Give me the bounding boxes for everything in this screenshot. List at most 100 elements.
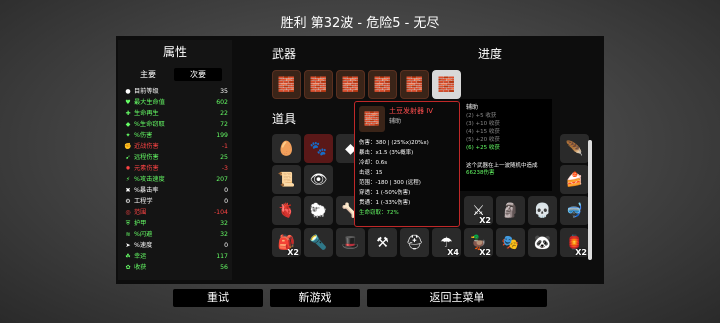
item-slot[interactable]: 🎩 xyxy=(336,228,365,257)
stat-value: 602 xyxy=(216,99,228,106)
stat-row: ● 目前等级 35 xyxy=(124,87,228,96)
flashlight-icon: 🔦 xyxy=(309,234,328,251)
stat-row: ⚡ %攻击速度 207 xyxy=(124,175,228,184)
stat-value: 32 xyxy=(220,231,228,238)
new-game-button[interactable]: 新游戏 xyxy=(270,289,360,307)
item-slot[interactable]: 🪶 xyxy=(560,134,589,163)
stat-value: 56 xyxy=(220,264,228,271)
stat-row: ➤ %速度 0 xyxy=(124,241,228,250)
tooltip-weapon-name: 土豆发射器 IV xyxy=(389,107,434,115)
helmet-icon: ⛑ xyxy=(405,234,424,251)
stat-value: 25 xyxy=(220,154,228,161)
weapon-slot-3[interactable]: 🧱 xyxy=(336,70,365,99)
stat-value: -104 xyxy=(213,209,228,216)
lifesteal-icon: ◆ xyxy=(125,121,131,128)
feather-icon: 🪶 xyxy=(565,140,584,157)
weapon-slot-2[interactable]: 🧱 xyxy=(304,70,333,99)
item-slot[interactable]: ⚔ X2 xyxy=(464,196,493,225)
set-bonus-line: (6) +25 收获 xyxy=(466,145,500,151)
item-slot[interactable]: 🐾 xyxy=(304,134,333,163)
tooltip-stat-line: 冷却：0.6s xyxy=(359,160,388,166)
stat-value: 199 xyxy=(216,132,228,139)
item-slot[interactable]: 🥚 xyxy=(272,134,301,163)
stat-value: 35 xyxy=(220,88,228,95)
stat-value: 207 xyxy=(216,176,228,183)
item-slot[interactable]: 🗿 xyxy=(496,196,525,225)
stat-name: %伤害 xyxy=(134,132,153,139)
main-menu-button[interactable]: 返回主菜单 xyxy=(367,289,547,307)
tab-main[interactable]: 主要 xyxy=(124,68,172,81)
item-slot[interactable]: ⚒ xyxy=(368,228,397,257)
weapon-slot-4[interactable]: 🧱 xyxy=(368,70,397,99)
stat-row: ◆ %生命窃取 72 xyxy=(124,120,228,129)
weapon-slot-5[interactable]: 🧱 xyxy=(400,70,429,99)
stat-name: 幸运 xyxy=(134,253,147,260)
stat-value: 32 xyxy=(220,220,228,227)
tooltip-stat-line: 生命窃取：72% xyxy=(359,210,399,216)
sheep-icon: 🐑 xyxy=(309,202,328,219)
item-slot[interactable]: 🔦 xyxy=(304,228,333,257)
stat-row: ⛨ 护甲 32 xyxy=(124,219,228,228)
item-slot[interactable]: 🦆 X2 xyxy=(464,228,493,257)
attack-speed-icon: ⚡ xyxy=(125,176,131,183)
damage-icon: ✦ xyxy=(125,132,131,139)
tooltip-stat-line: 暴击：x1.5 (3%概率) xyxy=(359,150,414,156)
stat-row: ✦ %伤害 199 xyxy=(124,131,228,140)
weapon-slot-6[interactable]: 🧱 xyxy=(432,70,461,99)
harvest-icon: ✿ xyxy=(125,264,131,271)
stat-name: %速度 xyxy=(134,242,153,249)
weapons-header: 武器 xyxy=(272,47,297,61)
set-bonus-tooltip: 辅助 (2) +5 收获 (3) +10 收获 (4) +15 收获 (5) +20 … xyxy=(460,99,552,191)
stat-name: 远程伤害 xyxy=(134,154,159,161)
stat-value: 22 xyxy=(220,110,228,117)
item-slot[interactable]: 🤿 xyxy=(560,196,589,225)
set-bonus-line: (4) +15 收获 xyxy=(466,129,500,135)
stat-name: 近战伤害 xyxy=(134,143,159,150)
item-slot[interactable]: 🍰 xyxy=(560,165,589,194)
item-slot[interactable]: ⛑ xyxy=(400,228,429,257)
item-slot[interactable]: 💀 xyxy=(528,196,557,225)
cake-icon: 🍰 xyxy=(565,171,584,188)
stat-value: 0 xyxy=(224,198,228,205)
item-slot[interactable]: 🎒 X2 xyxy=(272,228,301,257)
potato-launcher-icon: 🧱 xyxy=(359,106,385,132)
anvil-icon: ⚒ xyxy=(376,234,389,251)
item-slot[interactable]: 🫀 xyxy=(272,196,301,225)
item-slot[interactable]: 🎭 xyxy=(496,228,525,257)
tooltip-stat-line: 击退：15 xyxy=(359,170,383,176)
item-slot[interactable]: 🏮 X2 xyxy=(560,228,589,257)
item-slot[interactable]: ☂ X4 xyxy=(432,228,461,257)
stat-name: %生命窃取 xyxy=(134,121,165,128)
damage-value: 66238伤害 xyxy=(466,170,495,176)
item-slot[interactable]: 📜 xyxy=(272,165,301,194)
melee-icon: ✊ xyxy=(124,143,132,150)
elemental-icon: ✹ xyxy=(125,165,131,172)
stat-row: ➹ 远程伤害 25 xyxy=(124,153,228,162)
tab-secondary[interactable]: 次要 xyxy=(174,68,222,81)
set-bonus-line: (3) +10 收获 xyxy=(466,121,500,127)
stat-name: 目前等级 xyxy=(134,88,159,95)
tooltip-stat-line: 贯通：1 (-33%伤害) xyxy=(359,200,411,206)
item-slot[interactable]: 🐑 xyxy=(304,196,333,225)
weapon-slot-1[interactable]: 🧱 xyxy=(272,70,301,99)
regen-icon: ✚ xyxy=(125,110,131,117)
stat-name: %暴击率 xyxy=(134,187,159,194)
retry-button[interactable]: 重试 xyxy=(173,289,263,307)
dodge-icon: ≋ xyxy=(125,231,131,238)
heart-icon: ♥ xyxy=(125,99,131,106)
diving-helmet-icon: 🤿 xyxy=(565,202,584,219)
stat-name: 元素伤害 xyxy=(134,165,159,172)
potato-launcher-icon: 🧱 xyxy=(277,76,296,93)
set-bonus-line: (2) +5 收获 xyxy=(466,113,497,119)
potato-launcher-icon: 🧱 xyxy=(309,76,328,93)
stat-value: 72 xyxy=(220,121,228,128)
scrollbar[interactable] xyxy=(588,140,592,260)
item-slot[interactable]: 👁 xyxy=(304,165,333,194)
stat-row: ☘ 幸运 117 xyxy=(124,252,228,261)
claw-icon: 🐾 xyxy=(309,140,328,157)
armor-icon: ⛨ xyxy=(125,220,131,227)
stat-row: ✹ 元素伤害 -3 xyxy=(124,164,228,173)
panda-icon: 🐼 xyxy=(533,234,552,251)
page-title: 胜利 第32波 - 危险5 - 无尽 xyxy=(280,16,440,31)
item-slot[interactable]: 🐼 xyxy=(528,228,557,257)
